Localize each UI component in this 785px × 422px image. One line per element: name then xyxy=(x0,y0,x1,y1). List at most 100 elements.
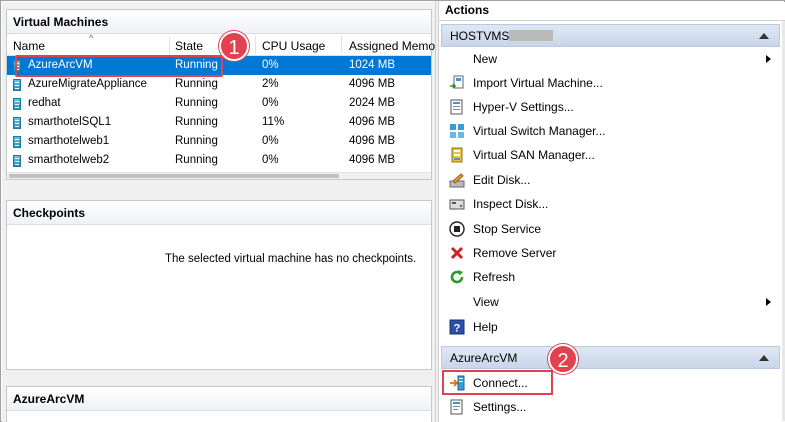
vm-row-azurearcvm[interactable]: AzureArcVM Running 0% 1024 MB xyxy=(7,56,431,75)
vm-name: redhat xyxy=(28,97,61,109)
host-actions-group-header[interactable]: HOSTVMS xyxy=(441,24,780,47)
vm-cpu-usage: 0% xyxy=(262,135,279,147)
virtual-machines-panel: Virtual Machines Name ^ State CPU Usage … xyxy=(6,9,435,180)
virtual-machine-icon xyxy=(13,136,21,148)
submenu-arrow-icon xyxy=(766,55,771,63)
settings-icon xyxy=(450,399,463,415)
vm-assigned-memory: 2024 MB xyxy=(349,97,396,109)
refresh-icon xyxy=(450,270,464,284)
action-help[interactable]: ? Help xyxy=(445,315,779,339)
submenu-arrow-icon xyxy=(766,298,771,306)
horizontal-scrollbar[interactable] xyxy=(7,172,431,179)
step-2-callout: 2 xyxy=(548,344,578,374)
vm-row-smarthotelweb2[interactable]: smarthotelweb2 Running 0% 4096 MB xyxy=(7,151,431,170)
action-label: New xyxy=(473,52,498,66)
checkpoints-panel: Checkpoints The selected virtual machine… xyxy=(6,200,432,370)
vm-name: smarthotelSQL1 xyxy=(28,116,112,128)
action-label: View xyxy=(473,295,499,309)
vm-assigned-memory: 4096 MB xyxy=(349,78,396,90)
action-label: Settings... xyxy=(473,400,527,414)
remove-x-icon xyxy=(450,246,464,260)
column-separator[interactable] xyxy=(341,36,342,54)
import-vm-icon xyxy=(450,75,464,89)
action-settings[interactable]: Settings... xyxy=(445,395,779,419)
center-pane: Virtual Machines Name ^ State CPU Usage … xyxy=(2,2,435,422)
scrollbar-thumb[interactable] xyxy=(9,174,339,178)
vm-assigned-memory: 4096 MB xyxy=(349,135,396,147)
vm-state: Running xyxy=(175,59,218,71)
vm-cpu-usage: 0% xyxy=(262,97,279,109)
actions-title: Actions xyxy=(439,2,785,21)
svg-text:?: ? xyxy=(454,323,461,335)
action-hyperv-settings[interactable]: Hyper-V Settings... xyxy=(445,95,779,119)
redacted-host-name xyxy=(509,30,554,41)
virtual-machine-icon xyxy=(13,155,21,167)
column-header-name[interactable]: Name xyxy=(13,34,45,56)
sort-ascending-icon: ^ xyxy=(89,33,94,43)
stop-service-icon xyxy=(449,221,465,237)
inspect-disk-icon xyxy=(449,199,465,210)
virtual-switch-icon xyxy=(450,124,464,138)
action-label: Refresh xyxy=(473,270,516,284)
action-inspect-disk[interactable]: Inspect Disk... xyxy=(445,192,779,216)
vm-row-azuremigrateappliance[interactable]: AzureMigrateAppliance Running 2% 4096 MB xyxy=(7,75,431,94)
action-label: Help xyxy=(473,320,498,334)
vm-assigned-memory: 4096 MB xyxy=(349,154,396,166)
vm-details-panel: AzureArcVM xyxy=(6,386,432,422)
vm-name: AzureArcVM xyxy=(28,59,93,71)
action-label: Virtual SAN Manager... xyxy=(473,148,595,162)
action-label: Inspect Disk... xyxy=(473,197,549,211)
action-remove-server[interactable]: Remove Server xyxy=(445,241,779,265)
vm-name: AzureMigrateAppliance xyxy=(28,78,147,90)
vm-details-title: AzureArcVM xyxy=(7,387,431,411)
vm-cpu-usage: 11% xyxy=(262,116,285,128)
collapse-caret-icon[interactable] xyxy=(759,33,769,39)
action-stop-service[interactable]: Stop Service xyxy=(445,217,779,241)
column-header-cpu-usage[interactable]: CPU Usage xyxy=(262,34,325,56)
virtual-san-icon xyxy=(451,147,463,163)
virtual-machine-icon xyxy=(13,60,21,72)
edit-disk-icon xyxy=(449,173,465,188)
vm-state: Running xyxy=(175,78,218,90)
vm-state: Running xyxy=(175,116,218,128)
vm-group-name: AzureArcVM xyxy=(450,351,518,365)
action-label: Hyper-V Settings... xyxy=(473,100,574,114)
vm-row-redhat[interactable]: redhat Running 0% 2024 MB xyxy=(7,94,431,113)
actions-pane: Actions HOSTVMS New Import Virtual Machi… xyxy=(439,2,785,422)
virtual-machine-icon xyxy=(13,117,21,129)
column-separator[interactable] xyxy=(169,36,170,54)
action-view[interactable]: View xyxy=(445,290,779,314)
action-virtual-switch-manager[interactable]: Virtual Switch Manager... xyxy=(445,119,779,143)
action-edit-disk[interactable]: Edit Disk... xyxy=(445,168,779,192)
action-label: Connect... xyxy=(473,376,528,390)
hyperv-settings-icon xyxy=(450,99,463,115)
action-virtual-san-manager[interactable]: Virtual SAN Manager... xyxy=(445,143,779,167)
action-refresh[interactable]: Refresh xyxy=(445,265,779,289)
action-label: Virtual Switch Manager... xyxy=(473,124,606,138)
virtual-machine-icon xyxy=(13,79,21,91)
action-label: Edit Disk... xyxy=(473,173,531,187)
vm-cpu-usage: 2% xyxy=(262,78,279,90)
vm-cpu-usage: 0% xyxy=(262,59,279,71)
virtual-machine-icon xyxy=(13,98,21,110)
vm-assigned-memory: 1024 MB xyxy=(349,59,396,71)
action-label: Stop Service xyxy=(473,222,542,236)
column-header-state[interactable]: State xyxy=(175,34,203,56)
vm-row-smarthotelweb1[interactable]: smarthotelweb1 Running 0% 4096 MB xyxy=(7,132,431,151)
vm-row-smarthotelsql1[interactable]: smarthotelSQL1 Running 11% 4096 MB xyxy=(7,113,431,132)
action-import-virtual-machine[interactable]: Import Virtual Machine... xyxy=(445,71,779,95)
column-separator[interactable] xyxy=(255,36,256,54)
vm-list: AzureArcVM Running 0% 1024 MB AzureMigra… xyxy=(7,56,431,178)
action-new[interactable]: New xyxy=(445,47,779,71)
vm-assigned-memory: 4096 MB xyxy=(349,116,396,128)
host-name: HOSTVMS xyxy=(450,29,510,43)
vm-actions-group-header[interactable]: AzureArcVM xyxy=(441,346,780,369)
action-connect[interactable]: Connect... xyxy=(445,371,779,395)
checkpoints-title: Checkpoints xyxy=(7,201,431,225)
vm-name: smarthotelweb2 xyxy=(28,154,110,166)
column-header-assigned-memory[interactable]: Assigned Memo xyxy=(349,34,435,56)
action-label: Remove Server xyxy=(473,246,557,260)
no-checkpoints-message: The selected virtual machine has no chec… xyxy=(165,253,417,265)
action-label: Import Virtual Machine... xyxy=(473,76,603,90)
collapse-caret-icon[interactable] xyxy=(759,355,769,361)
